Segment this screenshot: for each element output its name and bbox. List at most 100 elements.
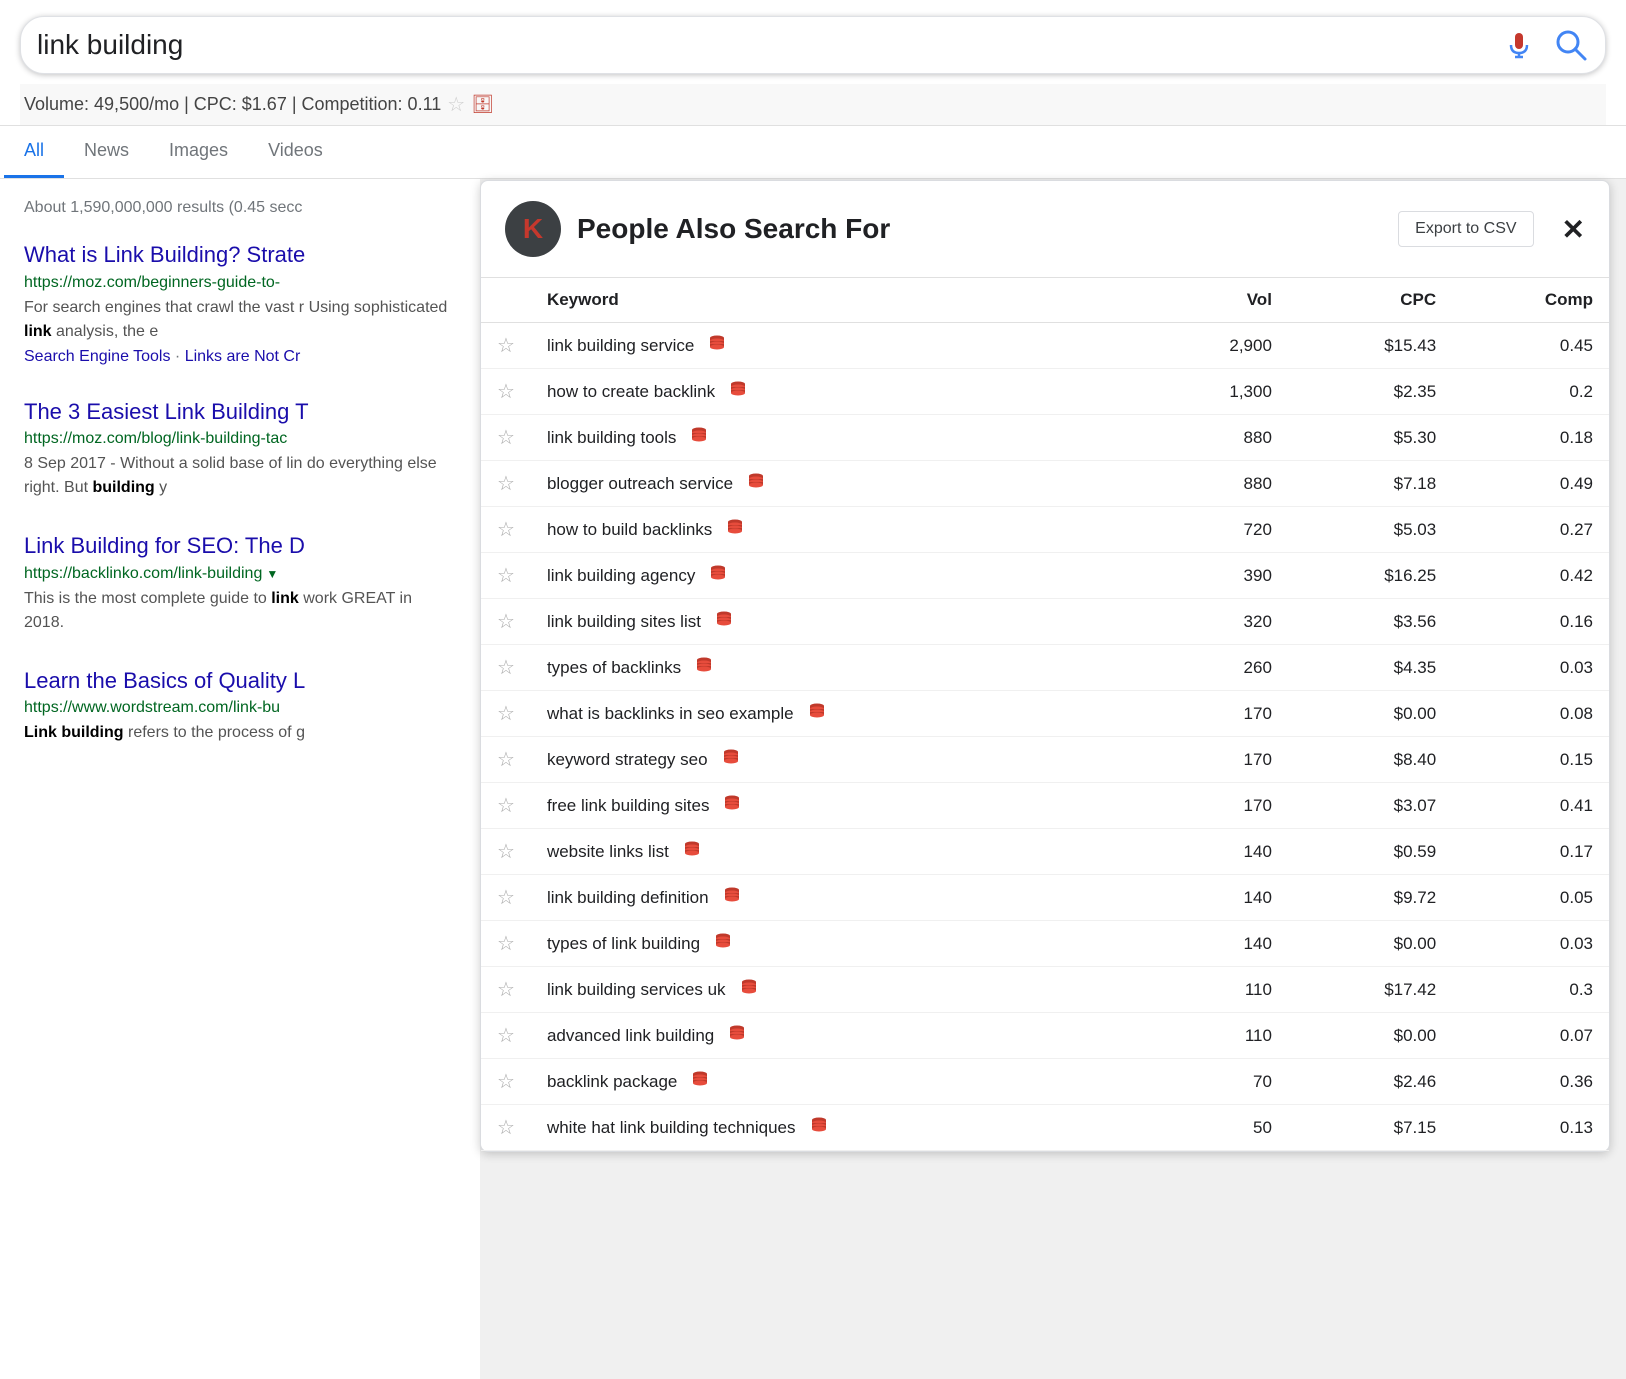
result-snippet: This is the most complete guide to link … (24, 587, 456, 635)
db-icon (728, 1024, 746, 1042)
star-cell[interactable]: ☆ (481, 921, 531, 967)
keyword-text: advanced link building (547, 1026, 714, 1046)
vol-cell: 880 (1142, 461, 1288, 507)
star-cell[interactable]: ☆ (481, 461, 531, 507)
result-title[interactable]: The 3 Easiest Link Building T (24, 398, 456, 427)
cpc-cell: $0.00 (1288, 1013, 1452, 1059)
cpc-cell: $3.56 (1288, 599, 1452, 645)
star-cell[interactable]: ☆ (481, 599, 531, 645)
star-icon[interactable]: ☆ (497, 795, 515, 817)
table-row: ☆ link building tools 880 $5.30 0.18 (481, 415, 1609, 461)
db-icon (714, 932, 732, 950)
star-cell[interactable]: ☆ (481, 415, 531, 461)
comp-cell: 0.05 (1452, 875, 1609, 921)
result-title[interactable]: What is Link Building? Strate (24, 241, 456, 270)
comp-cell: 0.3 (1452, 967, 1609, 1013)
table-row: ☆ backlink package 70 $2.46 0.36 (481, 1059, 1609, 1105)
table-row: ☆ types of link building 140 $0.00 0.03 (481, 921, 1609, 967)
pasf-title-group: K People Also Search For (505, 201, 890, 257)
tab-news[interactable]: News (64, 126, 149, 178)
star-cell[interactable]: ☆ (481, 553, 531, 599)
star-icon[interactable]: ☆ (497, 657, 515, 679)
keyword-text: link building definition (547, 888, 709, 908)
star-icon[interactable]: ☆ (497, 1117, 515, 1139)
star-icon[interactable]: ☆ (497, 473, 515, 495)
star-icon[interactable]: ☆ (497, 1071, 515, 1093)
star-cell[interactable]: ☆ (481, 323, 531, 369)
export-csv-button[interactable]: Export to CSV (1398, 211, 1533, 247)
star-cell[interactable]: ☆ (481, 967, 531, 1013)
comp-cell: 0.42 (1452, 553, 1609, 599)
mic-icon[interactable] (1501, 27, 1537, 63)
star-icon[interactable]: ☆ (497, 841, 515, 863)
keyword-cell: types of link building (531, 921, 1142, 967)
result-url: https://backlinko.com/link-building ▼ (24, 565, 456, 583)
favorite-icon[interactable]: ☆ (447, 92, 465, 117)
vol-cell: 140 (1142, 875, 1288, 921)
search-input[interactable] (37, 29, 1501, 61)
star-cell[interactable]: ☆ (481, 875, 531, 921)
tab-images[interactable]: Images (149, 126, 248, 178)
db-icon: 🗄 (471, 94, 494, 115)
star-icon[interactable]: ☆ (497, 335, 515, 357)
tab-videos[interactable]: Videos (248, 126, 343, 178)
result-title[interactable]: Link Building for SEO: The D (24, 532, 456, 561)
comp-cell: 0.49 (1452, 461, 1609, 507)
comp-cell: 0.03 (1452, 645, 1609, 691)
table-row: ☆ blogger outreach service 880 $7.18 0.4 (481, 461, 1609, 507)
comp-cell: 0.17 (1452, 829, 1609, 875)
star-icon[interactable]: ☆ (497, 887, 515, 909)
star-icon[interactable]: ☆ (497, 703, 515, 725)
cpc-cell: $0.00 (1288, 921, 1452, 967)
table-row: ☆ keyword strategy seo 170 $8.40 0.15 (481, 737, 1609, 783)
cpc-cell: $8.40 (1288, 737, 1452, 783)
vol-cell: 170 (1142, 737, 1288, 783)
result-item: The 3 Easiest Link Building T https://mo… (24, 398, 456, 501)
keyword-cell: how to create backlink (531, 369, 1142, 415)
star-icon[interactable]: ☆ (497, 979, 515, 1001)
keyword-cell: advanced link building (531, 1013, 1142, 1059)
star-cell[interactable]: ☆ (481, 691, 531, 737)
star-cell[interactable]: ☆ (481, 737, 531, 783)
cpc-cell: $7.18 (1288, 461, 1452, 507)
keyword-cell: keyword strategy seo (531, 737, 1142, 783)
keyword-text: link building tools (547, 428, 676, 448)
star-cell[interactable]: ☆ (481, 1013, 531, 1059)
vol-cell: 720 (1142, 507, 1288, 553)
star-cell[interactable]: ☆ (481, 829, 531, 875)
star-cell[interactable]: ☆ (481, 783, 531, 829)
star-icon[interactable]: ☆ (497, 565, 515, 587)
tab-all[interactable]: All (4, 126, 64, 178)
db-icon (691, 1070, 709, 1088)
star-cell[interactable]: ☆ (481, 1059, 531, 1105)
star-cell[interactable]: ☆ (481, 507, 531, 553)
star-cell[interactable]: ☆ (481, 369, 531, 415)
table-row: ☆ white hat link building techniques 50 … (481, 1105, 1609, 1151)
star-icon[interactable]: ☆ (497, 381, 515, 403)
db-icon (695, 656, 713, 674)
star-cell[interactable]: ☆ (481, 1105, 531, 1151)
result-snippet: For search engines that crawl the vast r… (24, 296, 456, 344)
search-submit-icon[interactable] (1553, 27, 1589, 63)
result-title[interactable]: Learn the Basics of Quality L (24, 667, 456, 696)
keyword-text: website links list (547, 842, 669, 862)
search-area: Volume: 49,500/mo | CPC: $1.67 | Competi… (0, 0, 1626, 126)
col-star (481, 278, 531, 323)
vol-cell: 1,300 (1142, 369, 1288, 415)
star-icon[interactable]: ☆ (497, 749, 515, 771)
volume-bar: Volume: 49,500/mo | CPC: $1.67 | Competi… (20, 84, 1606, 125)
star-icon[interactable]: ☆ (497, 519, 515, 541)
star-icon[interactable]: ☆ (497, 933, 515, 955)
nav-tabs: All News Images Videos (0, 126, 1626, 179)
star-icon[interactable]: ☆ (497, 611, 515, 633)
star-icon[interactable]: ☆ (497, 427, 515, 449)
pasf-avatar: K (505, 201, 561, 257)
result-item: What is Link Building? Strate https://mo… (24, 241, 456, 366)
star-cell[interactable]: ☆ (481, 645, 531, 691)
col-comp: Comp (1452, 278, 1609, 323)
col-keyword: Keyword (531, 278, 1142, 323)
keyword-cell: how to build backlinks (531, 507, 1142, 553)
close-button[interactable]: ✕ (1562, 213, 1585, 246)
comp-cell: 0.16 (1452, 599, 1609, 645)
star-icon[interactable]: ☆ (497, 1025, 515, 1047)
